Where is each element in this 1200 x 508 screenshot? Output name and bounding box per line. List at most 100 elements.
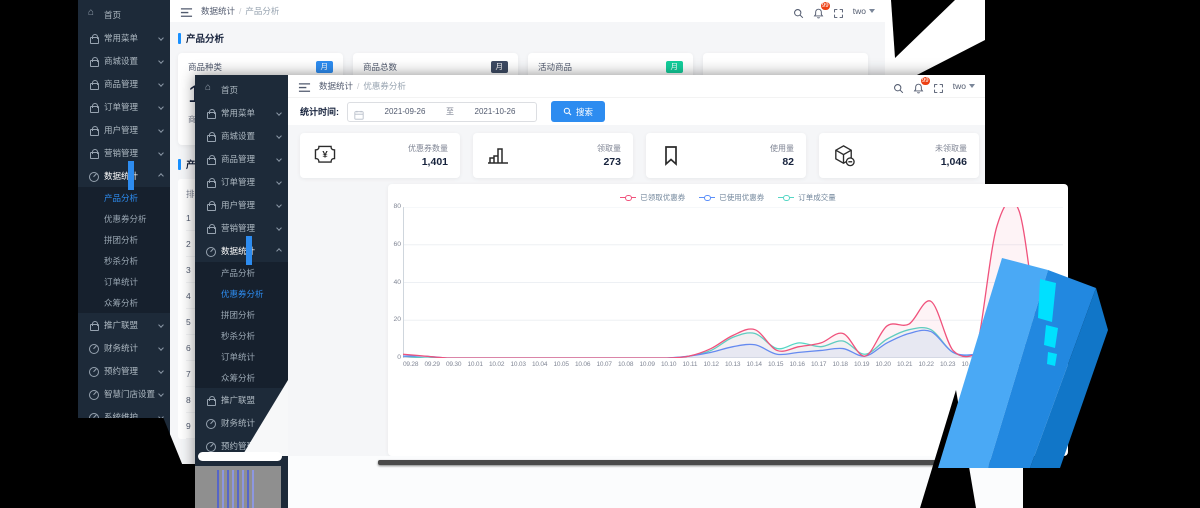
- period-badge[interactable]: 月: [315, 61, 333, 73]
- x-tick-label: 09.28: [403, 361, 419, 368]
- sidebar-item[interactable]: 商品管理: [195, 147, 288, 170]
- x-tick-label: 10.13: [725, 361, 741, 368]
- x-tick-label: 10.06: [575, 361, 591, 368]
- sidebar-item-label: 常用菜单: [104, 32, 139, 43]
- sidebar-item[interactable]: 常用菜单: [78, 26, 170, 49]
- sidebar-item-label: 商品管理: [221, 153, 256, 164]
- user-menu[interactable]: two: [853, 6, 875, 16]
- chevron-down-icon: [158, 149, 164, 156]
- menu-toggle-icon[interactable]: [298, 81, 311, 93]
- chevron-down-icon: [276, 132, 282, 139]
- x-tick-label: 10.21: [897, 361, 913, 368]
- sidebar-item[interactable]: 产品分析: [78, 187, 170, 208]
- sidebar-item[interactable]: 秒杀分析: [78, 250, 170, 271]
- sidebar-item[interactable]: 优惠券分析: [78, 208, 170, 229]
- desktop-background: 首页 常用菜单 商城设置 商: [0, 0, 1200, 508]
- sidebar-item[interactable]: 预约管理: [78, 359, 170, 382]
- stat-unclaimed: 未领取量 1,046: [819, 133, 979, 178]
- sidebar-item[interactable]: 订单管理: [195, 170, 288, 193]
- fullscreen-icon[interactable]: [933, 81, 944, 93]
- sidebar: 首页 常用菜单 商城设置 商: [78, 0, 170, 464]
- caret-down-icon: [869, 9, 875, 13]
- coupon-trend-chart-card: 已领取优惠券 已使用优惠券 订单成交量 80 60 40 20 0 09.28 …: [388, 184, 1068, 456]
- breadcrumb-separator: /: [357, 81, 360, 91]
- date-separator: 至: [446, 107, 454, 116]
- title-accent-bar: [178, 158, 181, 170]
- sidebar-item[interactable]: 拼团分析: [78, 229, 170, 250]
- sidebar-item[interactable]: 数据统计: [78, 161, 170, 190]
- chevron-down-icon: [276, 178, 282, 185]
- sidebar-item[interactable]: 众筹分析: [195, 367, 288, 388]
- sidebar-item-label: 众筹分析: [104, 297, 139, 308]
- sidebar-item[interactable]: 智慧门店设置: [78, 382, 170, 405]
- sidebar-item[interactable]: 订单统计: [78, 271, 170, 292]
- sidebar-item-icon: [88, 32, 99, 44]
- sidebar-item-icon: [205, 440, 216, 452]
- x-tick-label: 10.04: [532, 361, 548, 368]
- content-area: 数据统计 / 优惠券分析 99 two 统计时间: 2021-09-26 至 2…: [288, 75, 1068, 508]
- sidebar-item-icon: [88, 147, 99, 159]
- breadcrumb-section[interactable]: 数据统计: [201, 5, 235, 17]
- sidebar-item[interactable]: 商品管理: [78, 72, 170, 95]
- sidebar-item[interactable]: 营销管理: [195, 216, 288, 239]
- chevron-down-icon: [158, 57, 164, 64]
- sidebar-item-label: 首页: [221, 84, 239, 95]
- search-icon[interactable]: [793, 6, 804, 18]
- date-range-picker[interactable]: 2021-09-26 至 2021-10-26: [347, 101, 537, 122]
- legend-item[interactable]: 订单成交量: [778, 192, 836, 203]
- legend-item[interactable]: 已领取优惠券: [620, 192, 685, 203]
- sidebar-item-label: 拼团分析: [221, 309, 256, 320]
- title-accent-bar: [178, 32, 181, 44]
- sidebar-item[interactable]: 商城设置: [78, 49, 170, 72]
- sidebar-item[interactable]: 订单管理: [78, 95, 170, 118]
- sidebar-item[interactable]: 用户管理: [78, 118, 170, 141]
- chevron-down-icon: [158, 321, 164, 328]
- bell-icon[interactable]: 99: [913, 76, 930, 93]
- period-badge[interactable]: 月: [665, 61, 683, 73]
- chevron-down-icon: [276, 224, 282, 231]
- end-date-input[interactable]: 2021-10-26: [460, 107, 530, 116]
- x-tick-label: 10.01: [467, 361, 483, 368]
- sidebar-item[interactable]: 订单统计: [195, 346, 288, 367]
- sidebar-item[interactable]: 营销管理: [78, 141, 170, 164]
- legend-item[interactable]: 已使用优惠券: [699, 192, 764, 203]
- period-badge[interactable]: 月: [490, 61, 508, 73]
- sidebar-item[interactable]: 财务统计: [78, 336, 170, 359]
- start-date-input[interactable]: 2021-09-26: [370, 107, 440, 116]
- top-navbar: 数据统计 / 优惠券分析 99 two: [288, 75, 985, 97]
- calendar-icon: [354, 107, 364, 120]
- sidebar-menu: 首页 常用菜单 商城设置 商: [78, 0, 170, 428]
- section-title: 产品分析: [178, 31, 885, 45]
- sidebar-item[interactable]: 优惠券分析: [195, 283, 288, 304]
- sidebar-item[interactable]: 拼团分析: [195, 304, 288, 325]
- breadcrumb-section[interactable]: 数据统计: [319, 80, 353, 92]
- sidebar-item-label: 商城设置: [104, 55, 139, 66]
- sidebar-item[interactable]: 数据统计: [195, 236, 288, 265]
- filter-label: 统计时间:: [300, 107, 339, 117]
- search-button[interactable]: 搜索: [551, 101, 605, 122]
- sidebar-item-icon: [88, 124, 99, 136]
- sidebar-item[interactable]: 众筹分析: [78, 292, 170, 313]
- x-tick-label: 10.12: [703, 361, 719, 368]
- x-tick-label: 10.22: [918, 361, 934, 368]
- search-icon[interactable]: [893, 81, 904, 93]
- user-menu[interactable]: two: [953, 81, 975, 91]
- sidebar-item[interactable]: 商城设置: [195, 124, 288, 147]
- sidebar-item[interactable]: 常用菜单: [195, 101, 288, 124]
- sidebar-item-label: 推广联盟: [104, 319, 139, 330]
- sidebar-item[interactable]: 产品分析: [195, 262, 288, 283]
- chevron-down-icon: [158, 390, 164, 397]
- menu-toggle-icon[interactable]: [180, 6, 193, 18]
- bell-icon[interactable]: 99: [813, 1, 830, 18]
- x-tick-label: 10.24: [961, 361, 977, 368]
- sidebar-item[interactable]: 用户管理: [195, 193, 288, 216]
- username: two: [852, 6, 866, 16]
- sidebar-item[interactable]: 首页: [195, 78, 288, 101]
- sidebar-item[interactable]: 秒杀分析: [195, 325, 288, 346]
- sidebar-item[interactable]: 推广联盟: [78, 313, 170, 336]
- sidebar-item[interactable]: 首页: [78, 3, 170, 26]
- breadcrumb: 数据统计 / 产品分析: [201, 5, 279, 17]
- fullscreen-icon[interactable]: [833, 6, 844, 18]
- sidebar-scrollbar[interactable]: [198, 452, 282, 461]
- horizontal-scrollbar[interactable]: [378, 460, 1023, 465]
